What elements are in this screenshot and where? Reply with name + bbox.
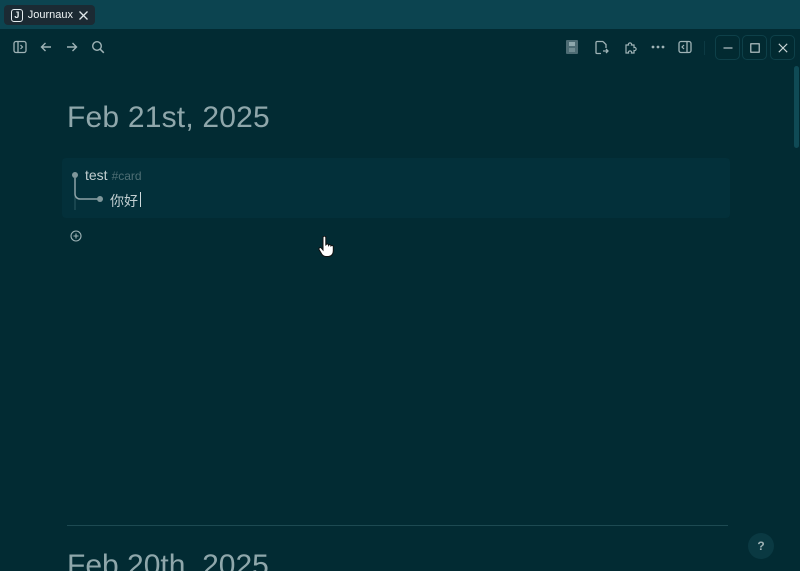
plugins-icon[interactable] [621,38,639,56]
block-test[interactable]: test #card [85,167,142,183]
help-button[interactable]: ? [748,533,774,559]
more-icon[interactable] [649,38,667,56]
block-container [62,158,730,218]
add-block-button[interactable] [70,230,82,242]
close-window-button[interactable] [770,35,795,60]
journal-divider [67,525,728,526]
forward-arrow-icon[interactable] [63,38,81,56]
minimize-icon [723,43,733,53]
sidebar-toggle-icon[interactable] [11,38,29,56]
scrollbar[interactable] [794,66,799,148]
export-page-icon[interactable] [592,38,610,56]
search-icon[interactable] [89,38,107,56]
title-bar: J Journaux [0,0,800,29]
child-block-bullet[interactable] [97,196,103,202]
right-sidebar-icon[interactable] [676,38,694,56]
close-icon[interactable] [78,10,89,21]
toolbar [0,29,800,65]
block-bullet[interactable] [72,172,78,178]
journal-date-title[interactable]: Feb 20th, 2025 [67,549,269,571]
minimize-button[interactable] [715,35,740,60]
tab-journaux[interactable]: J Journaux [4,5,95,25]
avatar-icon[interactable] [563,38,581,56]
block-text: test [85,167,108,183]
close-icon [777,42,788,53]
maximize-button[interactable] [742,35,767,60]
journal-icon: J [11,8,23,22]
card-tag[interactable]: #card [112,169,142,183]
maximize-icon [749,42,760,53]
plus-circle-icon [70,230,82,242]
child-block-text[interactable]: 你好 [110,191,138,211]
hand-pointer-icon [318,236,334,257]
toolbar-divider [704,41,705,55]
text-caret [140,192,141,207]
journal-date-title[interactable]: Feb 21st, 2025 [67,101,270,135]
back-arrow-icon[interactable] [37,38,55,56]
tab-label: Journaux [27,9,73,21]
